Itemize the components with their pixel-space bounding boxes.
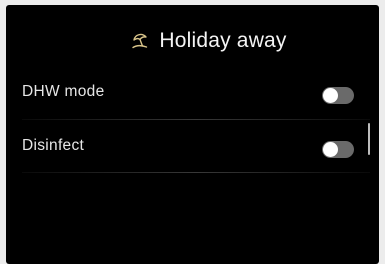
beach-umbrella-icon — [130, 31, 150, 51]
setting-row-dhw-mode: DHW mode — [6, 79, 379, 109]
disinfect-toggle[interactable] — [322, 141, 354, 158]
page-title: Holiday away — [159, 29, 287, 52]
scrollbar[interactable] — [368, 123, 370, 155]
toggle-knob — [323, 88, 338, 103]
dhw-mode-toggle[interactable] — [322, 87, 354, 104]
setting-label-disinfect: Disinfect — [22, 137, 85, 154]
setting-label-dhw-mode: DHW mode — [22, 83, 105, 100]
app-screen: Holiday away DHW mode Disinfect — [6, 5, 379, 264]
divider — [22, 119, 370, 120]
page-header: Holiday away — [22, 25, 379, 57]
setting-row-disinfect: Disinfect — [6, 133, 379, 163]
divider — [22, 172, 370, 173]
toggle-knob — [323, 142, 338, 157]
